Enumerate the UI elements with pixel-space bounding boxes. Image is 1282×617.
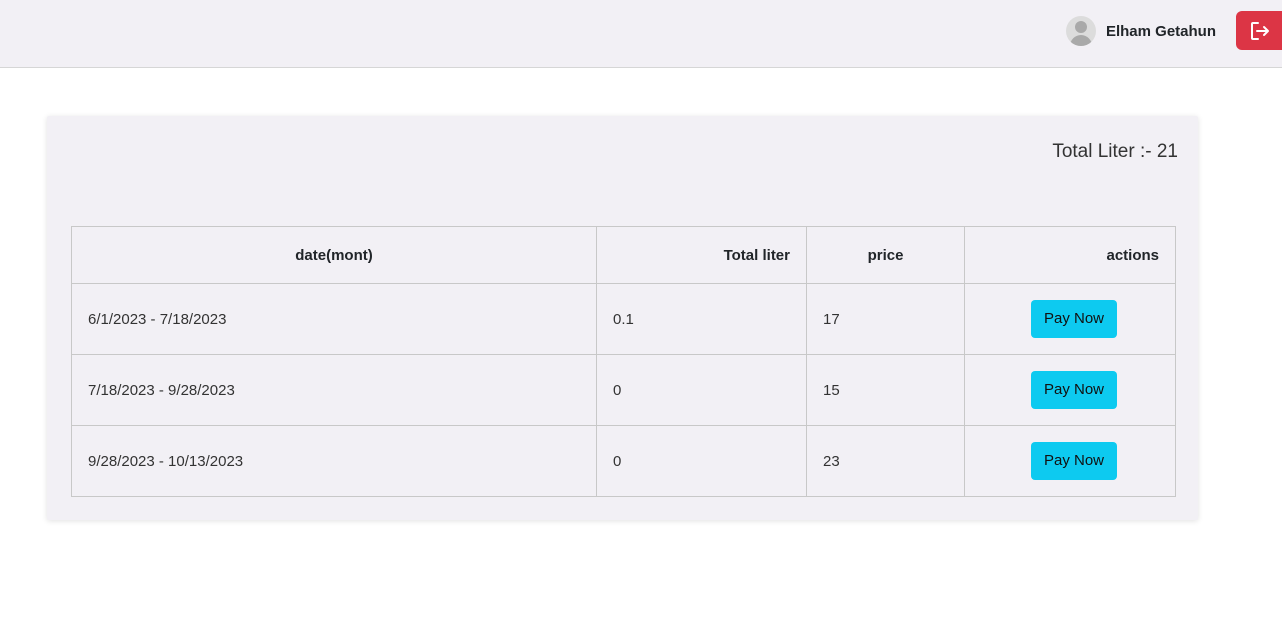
pay-now-button[interactable]: Pay Now xyxy=(1030,300,1118,338)
total-liter-cell: 0 xyxy=(596,425,807,497)
total-liter-cell: 0.1 xyxy=(596,283,807,355)
total-liter-cell: 0 xyxy=(596,354,807,426)
user-avatar-icon xyxy=(1065,16,1096,46)
billing-table: date(mont) Total liter price actions 6/1… xyxy=(71,226,1176,497)
date-range-cell: 7/18/2023 - 9/28/2023 xyxy=(71,354,597,426)
top-navbar: Elham Getahun xyxy=(0,0,1282,68)
billing-card: Total Liter :- 21 date(mont) Total liter… xyxy=(47,116,1198,520)
date-range-cell: 6/1/2023 - 7/18/2023 xyxy=(71,283,597,355)
column-header-actions: actions xyxy=(964,226,1176,284)
user-profile[interactable]: Elham Getahun xyxy=(1065,16,1216,46)
column-header-date: date(mont) xyxy=(71,226,597,284)
pay-now-button[interactable]: Pay Now xyxy=(1030,371,1118,409)
table-header-row: date(mont) Total liter price actions xyxy=(71,226,1176,284)
actions-cell: Pay Now xyxy=(964,283,1176,355)
price-cell: 23 xyxy=(806,425,965,497)
date-range-cell: 9/28/2023 - 10/13/2023 xyxy=(71,425,597,497)
pay-now-button[interactable]: Pay Now xyxy=(1030,442,1118,480)
total-liter-summary: Total Liter :- 21 xyxy=(1052,141,1178,162)
column-header-price: price xyxy=(806,226,965,284)
actions-cell: Pay Now xyxy=(964,354,1176,426)
table-row: 6/1/2023 - 7/18/2023 0.1 17 Pay Now xyxy=(71,283,1176,355)
column-header-total-liter: Total liter xyxy=(596,226,807,284)
logout-button[interactable] xyxy=(1236,11,1282,50)
price-cell: 15 xyxy=(806,354,965,426)
actions-cell: Pay Now xyxy=(964,425,1176,497)
table-row: 7/18/2023 - 9/28/2023 0 15 Pay Now xyxy=(71,354,1176,426)
logout-icon xyxy=(1251,21,1269,40)
price-cell: 17 xyxy=(806,283,965,355)
table-row: 9/28/2023 - 10/13/2023 0 23 Pay Now xyxy=(71,425,1176,497)
user-name: Elham Getahun xyxy=(1105,22,1216,40)
